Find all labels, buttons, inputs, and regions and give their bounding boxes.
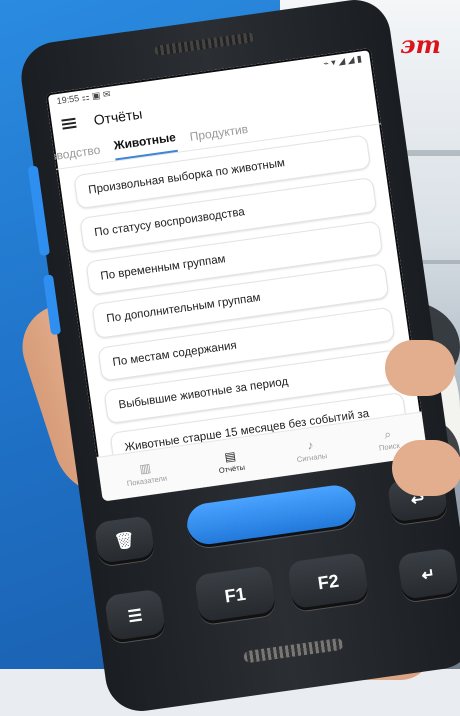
enter-arrow-icon: ↵: [420, 566, 437, 585]
nav-item-signals[interactable]: ♪ Сигналы: [294, 437, 328, 464]
bottom-speaker-grille: [243, 637, 344, 664]
page-title: Отчёты: [92, 105, 144, 129]
status-time: 19:55: [55, 92, 80, 106]
search-icon: ⌕: [383, 426, 392, 442]
slogan-text: эт: [400, 30, 441, 59]
notification-icons: ⚏ ▣ ✉: [80, 88, 112, 103]
f2-key[interactable]: F2: [287, 551, 370, 613]
nav-item-indicators[interactable]: ▥ Показатели: [124, 459, 167, 487]
menu-lines-icon: ☰: [126, 607, 144, 627]
enter-key[interactable]: ↵: [397, 547, 460, 603]
nav-item-reports[interactable]: ▤ Отчёты: [216, 448, 245, 474]
hand-finger: [385, 340, 455, 396]
f1-key[interactable]: F1: [194, 565, 277, 626]
system-icons: ⌁ ▾ ◢ ◢ ▮: [322, 52, 363, 69]
nav-label: Показатели: [126, 473, 168, 488]
bell-icon: ♪: [306, 437, 315, 453]
chart-icon: ▥: [138, 460, 152, 476]
menu-icon[interactable]: [61, 117, 77, 130]
nav-label: Отчёты: [218, 462, 246, 475]
menu-key[interactable]: ☰: [104, 588, 167, 644]
hand-finger: [392, 440, 460, 496]
clipboard-icon: ▤: [223, 448, 237, 464]
delete-key[interactable]: 🗑: [93, 515, 156, 567]
nav-item-search[interactable]: ⌕ Поиск: [376, 426, 400, 452]
device-screen: 19:55 ⚏ ▣ ✉ ⌁ ▾ ◢ ◢ ▮ Отчёты изводство Ж…: [45, 47, 428, 502]
trash-icon: 🗑: [113, 531, 136, 552]
nav-label: Сигналы: [296, 450, 328, 464]
